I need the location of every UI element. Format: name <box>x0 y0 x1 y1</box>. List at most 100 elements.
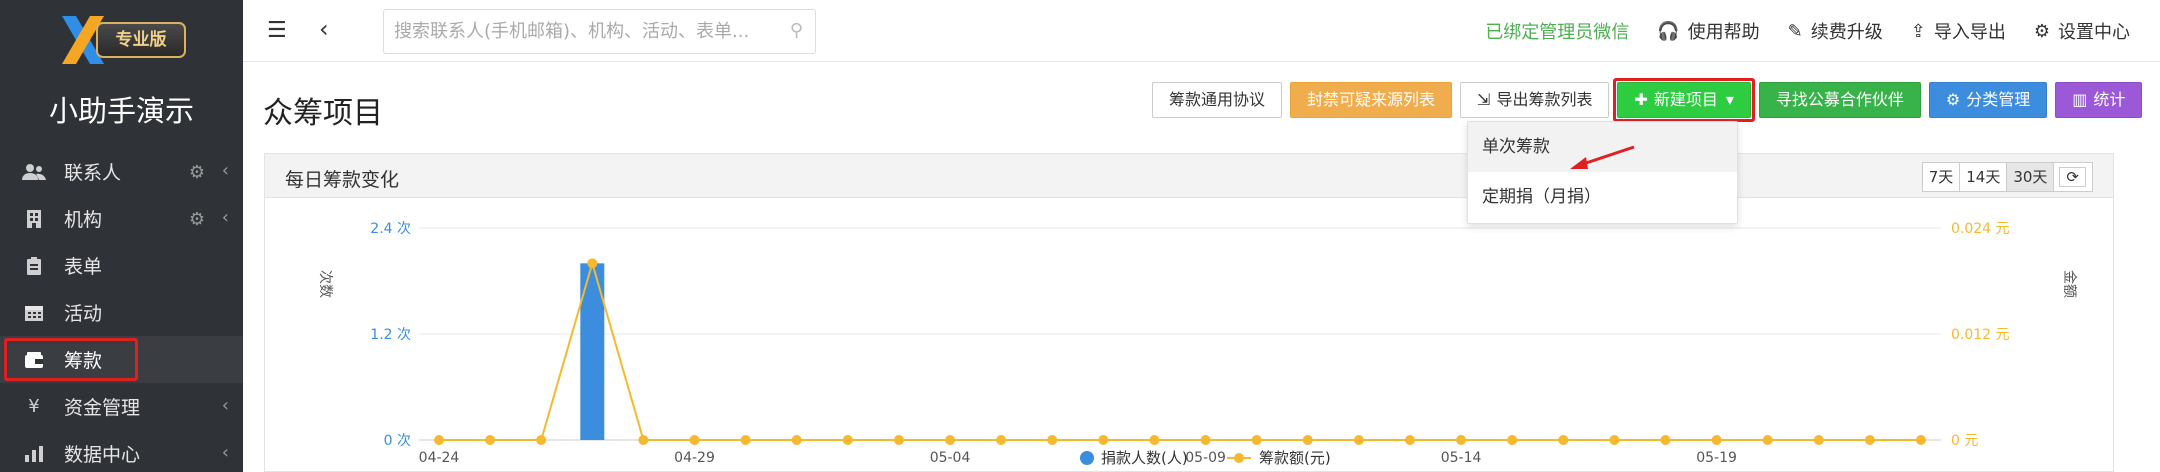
legend-label-amount: 筹款额(元) <box>1259 449 1331 467</box>
data-point <box>1302 435 1313 445</box>
headset-icon: 🎧 <box>1657 20 1680 42</box>
menu-icon[interactable]: ☰ <box>267 18 287 43</box>
refresh-button[interactable]: ⟳ <box>2053 162 2093 192</box>
gear-icon: ⚙ <box>1945 90 1961 109</box>
annotation-arrow-icon <box>1570 145 1635 169</box>
new-project-wrap: ✚ 新建项目 ▾ <box>1613 78 1755 122</box>
search-icon[interactable]: ⚲ <box>790 20 803 41</box>
y-left-axis-label: 次数 <box>317 270 333 298</box>
sidebar-item-label: 活动 <box>64 303 103 325</box>
data-point <box>1864 435 1875 445</box>
range-selector: 7天 14天 30天 ⟳ <box>1921 162 2093 192</box>
pencil-icon: ✎ <box>1787 20 1803 42</box>
export-label: 导出筹款列表 <box>1496 90 1593 109</box>
wechat-bound-link[interactable]: 已绑定管理员微信 <box>1485 18 1629 44</box>
data-point <box>1251 435 1262 445</box>
gear-icon[interactable]: ⚙ <box>189 162 205 183</box>
data-point <box>689 435 700 445</box>
chevron-left-icon[interactable]: ‹ <box>222 160 229 181</box>
sidebar-item-label: 联系人 <box>64 162 122 184</box>
stats-button[interactable]: ▥ 统计 <box>2055 82 2143 118</box>
stats-label: 统计 <box>2093 90 2126 109</box>
blocked-sources-button[interactable]: 封禁可疑来源列表 <box>1290 82 1453 118</box>
sidebar-item-organizations[interactable]: 机构 ⚙ ‹ <box>0 195 243 242</box>
edition-badge: 专业版 <box>96 22 186 58</box>
y-right-tick-label: 0.024 元 <box>1951 221 2010 237</box>
x-tick-label: 04-24 <box>419 450 460 466</box>
agreement-button[interactable]: 筹款通用协议 <box>1152 82 1283 118</box>
sidebar-item-forms[interactable]: 表单 <box>0 242 243 289</box>
range-14d-button[interactable]: 14天 <box>1959 162 2008 192</box>
import-export-link[interactable]: ⇪ 导入导出 <box>1911 18 2006 44</box>
clipboard-icon <box>20 255 48 277</box>
sidebar-item-funds[interactable]: ¥ 资金管理 ‹ <box>0 383 243 430</box>
logo: 专业版 <box>56 14 196 66</box>
help-link[interactable]: 🎧 使用帮助 <box>1657 18 1759 44</box>
data-point <box>791 435 802 445</box>
panel-title: 每日筹款变化 <box>285 169 400 191</box>
sidebar-item-label: 数据中心 <box>64 444 141 466</box>
calendar-icon <box>20 302 48 324</box>
x-tick-label: 04-29 <box>674 450 715 466</box>
app-name: 小助手演示 <box>48 94 194 128</box>
settings-label: 设置中心 <box>2058 22 2130 43</box>
data-point <box>1916 435 1926 445</box>
new-project-button[interactable]: ✚ 新建项目 ▾ <box>1617 82 1751 118</box>
sidebar: 专业版 小助手演示 联系人 ⚙ ‹ 机构 ⚙ ‹ 表单 活动 筹款 ¥ 资金管理… <box>0 0 243 472</box>
legend-label-donors: 捐款人数(人) <box>1101 449 1188 467</box>
data-point <box>1098 435 1109 445</box>
upload-icon: ⇪ <box>1910 20 1926 42</box>
chevron-left-icon[interactable]: ‹ <box>222 207 229 228</box>
upgrade-link[interactable]: ✎ 续费升级 <box>1788 18 1883 44</box>
data-point <box>485 435 496 445</box>
category-manage-button[interactable]: ⚙ 分类管理 <box>1928 82 2048 118</box>
gear-icon: ⚙ <box>2033 20 2050 42</box>
data-point <box>1813 435 1824 445</box>
back-arrow-icon[interactable]: ‹ <box>319 15 329 43</box>
data-point <box>1404 435 1415 445</box>
legend-marker-donors <box>1080 451 1094 465</box>
x-tick-label: 05-09 <box>1185 450 1226 466</box>
find-partner-button[interactable]: 寻找公募合作伙伴 <box>1758 82 1921 118</box>
sidebar-item-fundraising[interactable]: 筹款 <box>0 336 243 383</box>
y-left-tick-label: 1.2 次 <box>370 327 411 343</box>
sidebar-item-data-center[interactable]: 数据中心 ‹ <box>0 430 243 472</box>
caret-down-icon: ▾ <box>1725 90 1734 109</box>
data-point <box>434 435 444 445</box>
x-tick-label: 05-04 <box>930 450 971 466</box>
fundraising-chart: 2.4 次 0.024 元 1.2 次 0.012 元 0 次 0 元 次数 金额 04-24 0… <box>317 221 2077 467</box>
chevron-left-icon[interactable]: ‹ <box>222 395 229 416</box>
gear-icon[interactable]: ⚙ <box>189 209 205 230</box>
x-tick-label: 05-19 <box>1696 450 1737 466</box>
range-7d-button[interactable]: 7天 <box>1921 162 1961 192</box>
menu-item-monthly-donation[interactable]: 定期捐（月捐） <box>1468 172 1737 222</box>
export-list-button[interactable]: ⇲ 导出筹款列表 <box>1460 82 1610 118</box>
data-point <box>842 435 853 445</box>
sidebar-item-contacts[interactable]: 联系人 ⚙ ‹ <box>0 148 243 195</box>
building-icon <box>20 208 48 230</box>
data-point <box>1047 435 1058 445</box>
top-bar: ☰ ‹ ⚲ 已绑定管理员微信 🎧 使用帮助 ✎ 续费升级 ⇪ 导入导出 ⚙ 设置… <box>243 0 2160 62</box>
chevron-left-icon[interactable]: ‹ <box>222 442 229 463</box>
action-toolbar: 筹款通用协议 封禁可疑来源列表 ⇲ 导出筹款列表 ✚ 新建项目 ▾ 寻找公募合作… <box>1152 78 2150 122</box>
legend-marker-amount <box>1234 453 1244 463</box>
settings-link[interactable]: ⚙ 设置中心 <box>2034 18 2130 44</box>
data-point <box>1456 435 1467 445</box>
sidebar-nav: 联系人 ⚙ ‹ 机构 ⚙ ‹ 表单 活动 筹款 ¥ 资金管理 ‹ 数据中心 ‹ <box>0 148 243 472</box>
y-right-axis-label: 金额 <box>2061 270 2077 298</box>
search-box: ⚲ <box>383 9 816 54</box>
data-point <box>1762 435 1773 445</box>
y-right-tick-label: 0 元 <box>1951 433 1978 449</box>
refresh-icon: ⟳ <box>2059 167 2086 187</box>
search-input[interactable] <box>384 10 764 53</box>
x-tick-label: 05-14 <box>1441 450 1482 466</box>
data-point <box>740 435 751 445</box>
upgrade-label: 续费升级 <box>1810 22 1883 43</box>
sidebar-item-label: 表单 <box>64 256 103 278</box>
y-left-tick-label: 2.4 次 <box>370 221 411 237</box>
range-30d-button[interactable]: 30天 <box>2006 162 2055 192</box>
export-icon: ⇲ <box>1477 90 1491 109</box>
yen-icon: ¥ <box>28 396 40 417</box>
sidebar-item-events[interactable]: 活动 <box>0 289 243 336</box>
data-point <box>1200 435 1211 445</box>
